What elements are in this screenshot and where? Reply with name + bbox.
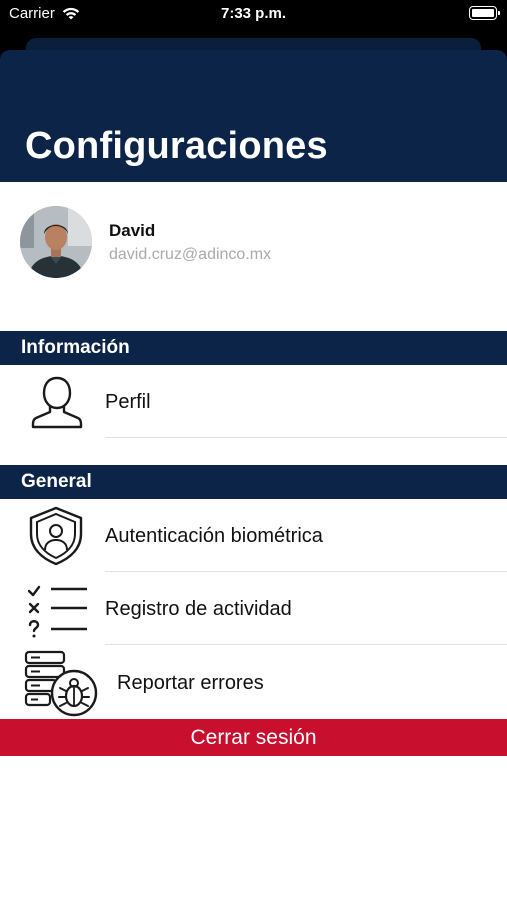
user-email: david.cruz@adinco.mx [109, 246, 272, 263]
settings-item-activity-log[interactable]: Registro de actividad [0, 572, 507, 645]
server-bug-icon [24, 650, 98, 717]
logout-button[interactable]: Cerrar sesión [0, 719, 507, 756]
person-outline-icon [31, 376, 83, 429]
battery-full-icon [469, 6, 500, 20]
settings-item-label: Reportar errores [117, 672, 264, 694]
settings-item-label: Perfil [105, 391, 151, 413]
settings-item-label: Registro de actividad [105, 598, 292, 620]
settings-item-report-errors[interactable]: Reportar errores [0, 645, 507, 719]
section-header-general: General [0, 465, 507, 499]
section-header-informacion: Información [0, 331, 507, 365]
settings-item-perfil[interactable]: Perfil [0, 365, 507, 438]
user-avatar-photo [20, 206, 92, 278]
status-bar: Carrier 7:33 p.m. [0, 0, 507, 28]
page-title: Configuraciones [25, 125, 328, 167]
user-name: David [109, 221, 156, 240]
settings-item-biometric[interactable]: Autenticación biométrica [0, 499, 507, 572]
profile-card[interactable]: David david.cruz@adinco.mx [0, 182, 507, 330]
status-time: 7:33 p.m. [220, 5, 287, 22]
activity-checklist-icon [27, 585, 87, 638]
shield-user-icon [29, 506, 83, 566]
row-divider [105, 437, 507, 438]
settings-item-label: Autenticación biométrica [105, 525, 323, 547]
